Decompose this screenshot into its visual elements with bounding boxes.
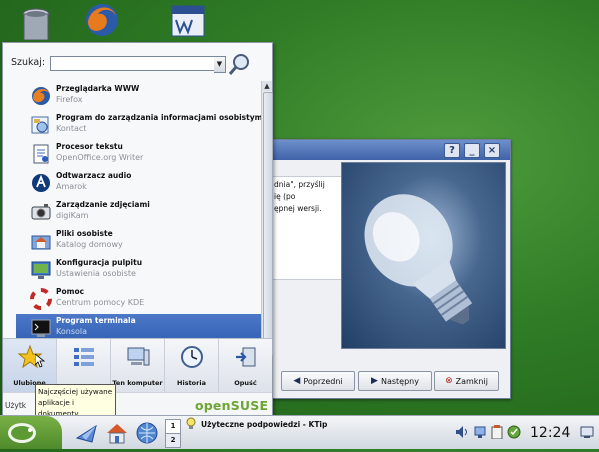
app-name: Odtwarzacz audio (56, 171, 132, 180)
tip-line: dnia", przyślij (274, 180, 325, 189)
app-name: Pliki osobiste (56, 229, 113, 238)
list-icon (71, 344, 97, 370)
ktip-close-button[interactable]: × (484, 143, 500, 158)
ktip-titlebar[interactable]: ? _ × (263, 140, 510, 160)
app-description: Konsola (56, 327, 87, 336)
word-desktop-icon[interactable] (166, 0, 210, 40)
app-name: Konfiguracja pulpitu (56, 258, 143, 267)
app-name: Program do zarządzania informacjami osob… (56, 113, 265, 122)
close-button[interactable]: ⊗ Zamknij (434, 371, 499, 391)
terminal-icon (30, 317, 52, 339)
app-item[interactable]: Program do zarządzania informacjami osob… (22, 111, 265, 138)
app-item[interactable]: Zarządzanie zdjęciami digiKam (22, 198, 261, 225)
app-description: Firefox (56, 95, 83, 104)
tab-history[interactable]: Historia (165, 339, 219, 393)
ktip-help-button[interactable]: ? (444, 143, 460, 158)
monitor-settings-icon (30, 259, 52, 281)
tip-line: ię (po (274, 192, 296, 201)
close-button-label: Zamknij (455, 376, 488, 386)
volume-icon[interactable] (455, 425, 469, 439)
search-label: Szukaj: (11, 57, 46, 68)
logout-icon (233, 344, 259, 370)
amarok-icon (30, 172, 52, 194)
app-description: Amarok (56, 182, 87, 191)
lightbulb-image (341, 162, 506, 349)
opensuse-logo: openSUSE (195, 398, 269, 413)
firefox-desktop-icon[interactable] (80, 0, 124, 40)
mouse-cursor-icon (34, 353, 46, 368)
app-item[interactable]: Odtwarzacz audio Amarok (22, 169, 261, 196)
app-description: Kontact (56, 124, 87, 133)
app-item[interactable]: Przeglądarka WWW Firefox (22, 82, 261, 109)
scrollbar[interactable]: ▲ ▼ (261, 81, 273, 377)
tab-computer[interactable]: Ten komputer (111, 339, 165, 393)
network-icon[interactable] (473, 425, 487, 439)
app-description: Ustawienia osobiste (56, 269, 136, 278)
app-description: Centrum pomocy KDE (56, 298, 145, 307)
arrow-right-icon: ▶ (371, 376, 378, 386)
ktip-window: ? _ × dnia", przyślij ię (po ępnej wersj… (262, 139, 511, 399)
app-item[interactable]: Konfiguracja pulpitu Ustawienia osobiste (22, 256, 261, 283)
lightbulb-icon (185, 417, 197, 431)
app-description: OpenOffice.org Writer (56, 153, 144, 162)
update-status-icon[interactable] (507, 425, 521, 439)
clock-icon (179, 344, 205, 370)
app-description: digiKam (56, 211, 89, 220)
start-button[interactable] (0, 416, 62, 449)
footer-user: Użytk (5, 401, 27, 410)
close-icon: ⊗ (445, 376, 453, 386)
scroll-thumb[interactable] (263, 92, 273, 356)
app-item[interactable]: Pomoc Centrum pomocy KDE (22, 285, 261, 312)
app-name: Pomoc (56, 287, 85, 296)
search-row: Szukaj: ▼ (3, 43, 272, 81)
next-button-label: Następny (380, 376, 419, 386)
pager-desktop-2[interactable]: 2 (165, 433, 181, 448)
previous-button[interactable]: ◀ Poprzedni (281, 371, 355, 391)
task-title: Użyteczne podpowiedzi - KTip (201, 419, 328, 429)
app-name: Przeglądarka WWW (56, 84, 140, 93)
arrow-left-icon: ◀ (293, 376, 301, 386)
camera-icon (30, 201, 52, 223)
desktop-pager: 1 2 (165, 419, 181, 448)
search-input[interactable] (50, 56, 217, 71)
tab-label: Opuść (234, 379, 257, 387)
pager-desktop-1[interactable]: 1 (165, 419, 181, 434)
network-browser-icon[interactable] (134, 420, 160, 446)
writer-icon (30, 143, 52, 165)
app-name: Procesor tekstu (56, 142, 123, 151)
firefox-icon (30, 85, 52, 107)
taskbar: 1 2 Użyteczne podpowiedzi - KTip 12:24 (0, 415, 599, 449)
clipboard-icon[interactable] (490, 425, 504, 440)
search-icon[interactable] (226, 51, 254, 79)
tab-leave[interactable]: Opuść (219, 339, 272, 393)
app-item[interactable]: Pliki osobiste Katalog domowy (22, 227, 261, 254)
app-item[interactable]: Procesor tekstu OpenOffice.org Writer (22, 140, 261, 167)
chevron-down-icon[interactable]: ▼ (214, 56, 226, 73)
next-button[interactable]: ▶ Następny (358, 371, 432, 391)
tab-label: Ten komputer (112, 379, 163, 387)
lifebuoy-icon (30, 288, 52, 310)
tip-text: dnia", przyślij ię (po ępnej wersji. (267, 176, 347, 280)
tab-label: Historia (177, 379, 206, 387)
kontact-icon (30, 114, 52, 136)
show-desktop-icon[interactable] (580, 425, 594, 439)
previous-button-label: Poprzedni (303, 376, 343, 386)
app-name: Zarządzanie zdjęciami (56, 200, 150, 209)
app-list: Przeglądarka WWW Firefox Program do zarząd… (16, 81, 265, 377)
task-ktip[interactable]: Użyteczne podpowiedzi - KTip (185, 417, 443, 431)
scroll-up-icon[interactable]: ▲ (262, 81, 272, 91)
app-description: Katalog domowy (56, 240, 123, 249)
home-icon[interactable] (104, 420, 130, 446)
kde-blue-launcher-icon[interactable] (74, 420, 100, 446)
app-name: Program terminala (56, 316, 136, 325)
trash-desktop-icon[interactable] (14, 0, 58, 41)
clock[interactable]: 12:24 (530, 425, 570, 441)
tip-line: ępnej wersji. (274, 204, 322, 213)
ktip-minimize-button[interactable]: _ (464, 143, 480, 158)
home-folder-icon (30, 230, 52, 252)
app-item[interactable]: Program terminala Konsola (16, 314, 261, 341)
computer-icon (125, 344, 151, 370)
